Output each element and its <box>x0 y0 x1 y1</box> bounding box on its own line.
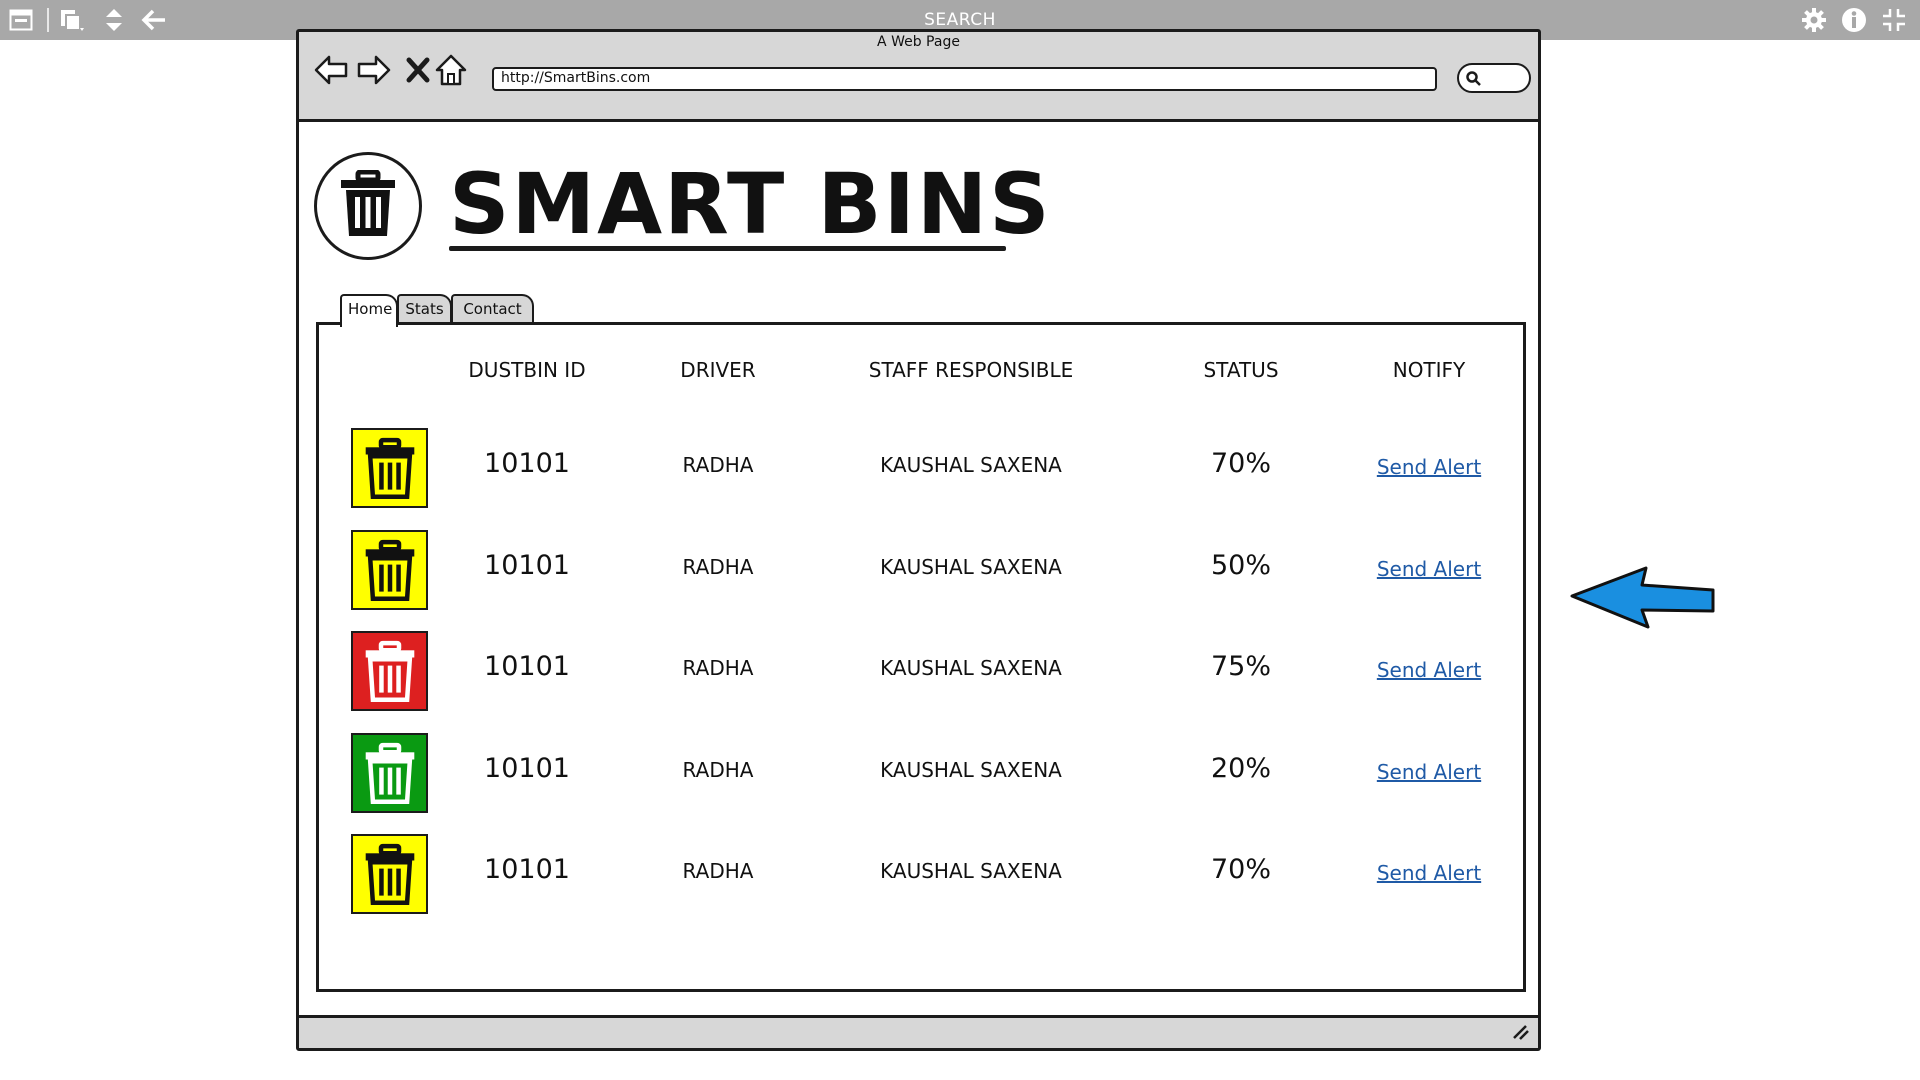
cell-status: 20% <box>1210 753 1272 784</box>
cell-staff: KAUSHAL SAXENA <box>880 758 1062 782</box>
cell-staff: KAUSHAL SAXENA <box>880 453 1062 477</box>
search-icon <box>1465 70 1483 92</box>
search-field[interactable] <box>1457 63 1531 93</box>
info-icon[interactable] <box>1840 6 1868 34</box>
send-alert-link[interactable]: Send Alert <box>1377 658 1481 682</box>
cell-staff: KAUSHAL SAXENA <box>880 859 1062 883</box>
cell-status: 75% <box>1210 651 1272 682</box>
header-staff-responsible: STAFF RESPONSIBLE <box>868 358 1074 382</box>
header-dustbin-id: DUSTBIN ID <box>468 358 586 382</box>
bin-status-icon <box>351 428 428 508</box>
blue-arrow-icon <box>1568 565 1718 635</box>
cell-dustbin-id: 10101 <box>484 550 570 581</box>
forward-icon[interactable] <box>355 52 393 88</box>
back-icon[interactable] <box>312 52 350 88</box>
header-status: STATUS <box>1203 358 1279 382</box>
bin-status-icon <box>351 733 428 813</box>
app-title: SEARCH <box>924 10 996 30</box>
tab-home[interactable]: Home <box>340 294 398 327</box>
cell-driver: RADHA <box>682 758 754 782</box>
send-alert-link[interactable]: Send Alert <box>1377 760 1481 784</box>
trash-icon <box>365 640 414 703</box>
send-alert-link[interactable]: Send Alert <box>1377 557 1481 581</box>
trash-logo-icon <box>338 169 398 242</box>
brand-underline <box>449 246 1006 251</box>
cell-driver: RADHA <box>682 555 754 579</box>
bin-status-icon <box>351 631 428 711</box>
cell-status: 70% <box>1210 854 1272 885</box>
header-notify: NOTIFY <box>1392 358 1466 382</box>
gear-icon[interactable] <box>1800 6 1828 34</box>
brand-title: SMART BINS <box>449 155 1052 253</box>
trash-icon <box>365 437 414 500</box>
logo <box>314 152 422 260</box>
cell-staff: KAUSHAL SAXENA <box>880 555 1062 579</box>
cell-dustbin-id: 10101 <box>484 448 570 479</box>
fullscreen-exit-icon[interactable] <box>1880 6 1908 34</box>
bin-status-icon <box>351 834 428 914</box>
send-alert-link[interactable]: Send Alert <box>1377 861 1481 885</box>
send-alert-link[interactable]: Send Alert <box>1377 455 1481 479</box>
header-driver: DRIVER <box>680 358 756 382</box>
browser-status-bar <box>299 1015 1538 1048</box>
trash-icon <box>365 843 414 906</box>
cell-dustbin-id: 10101 <box>484 854 570 885</box>
home-icon[interactable] <box>432 52 470 88</box>
cell-dustbin-id: 10101 <box>484 651 570 682</box>
cell-driver: RADHA <box>682 859 754 883</box>
browser-page-title: A Web Page <box>877 34 960 50</box>
cell-dustbin-id: 10101 <box>484 753 570 784</box>
browser-chrome: A Web Page http://SmartBins.com <box>299 32 1538 122</box>
cell-staff: KAUSHAL SAXENA <box>880 656 1062 680</box>
resize-grip-icon[interactable] <box>1510 1022 1530 1044</box>
cell-driver: RADHA <box>682 453 754 477</box>
trash-icon <box>365 742 414 805</box>
cell-status: 50% <box>1210 550 1272 581</box>
cell-driver: RADHA <box>682 656 754 680</box>
cell-status: 70% <box>1210 448 1272 479</box>
url-field[interactable]: http://SmartBins.com <box>492 67 1437 91</box>
tab-stats[interactable]: Stats <box>397 294 452 322</box>
bin-status-icon <box>351 530 428 610</box>
tab-contact[interactable]: Contact <box>451 294 534 322</box>
trash-icon <box>365 539 414 602</box>
browser-window: A Web Page http://SmartBins.com SMART BI… <box>296 29 1541 1051</box>
